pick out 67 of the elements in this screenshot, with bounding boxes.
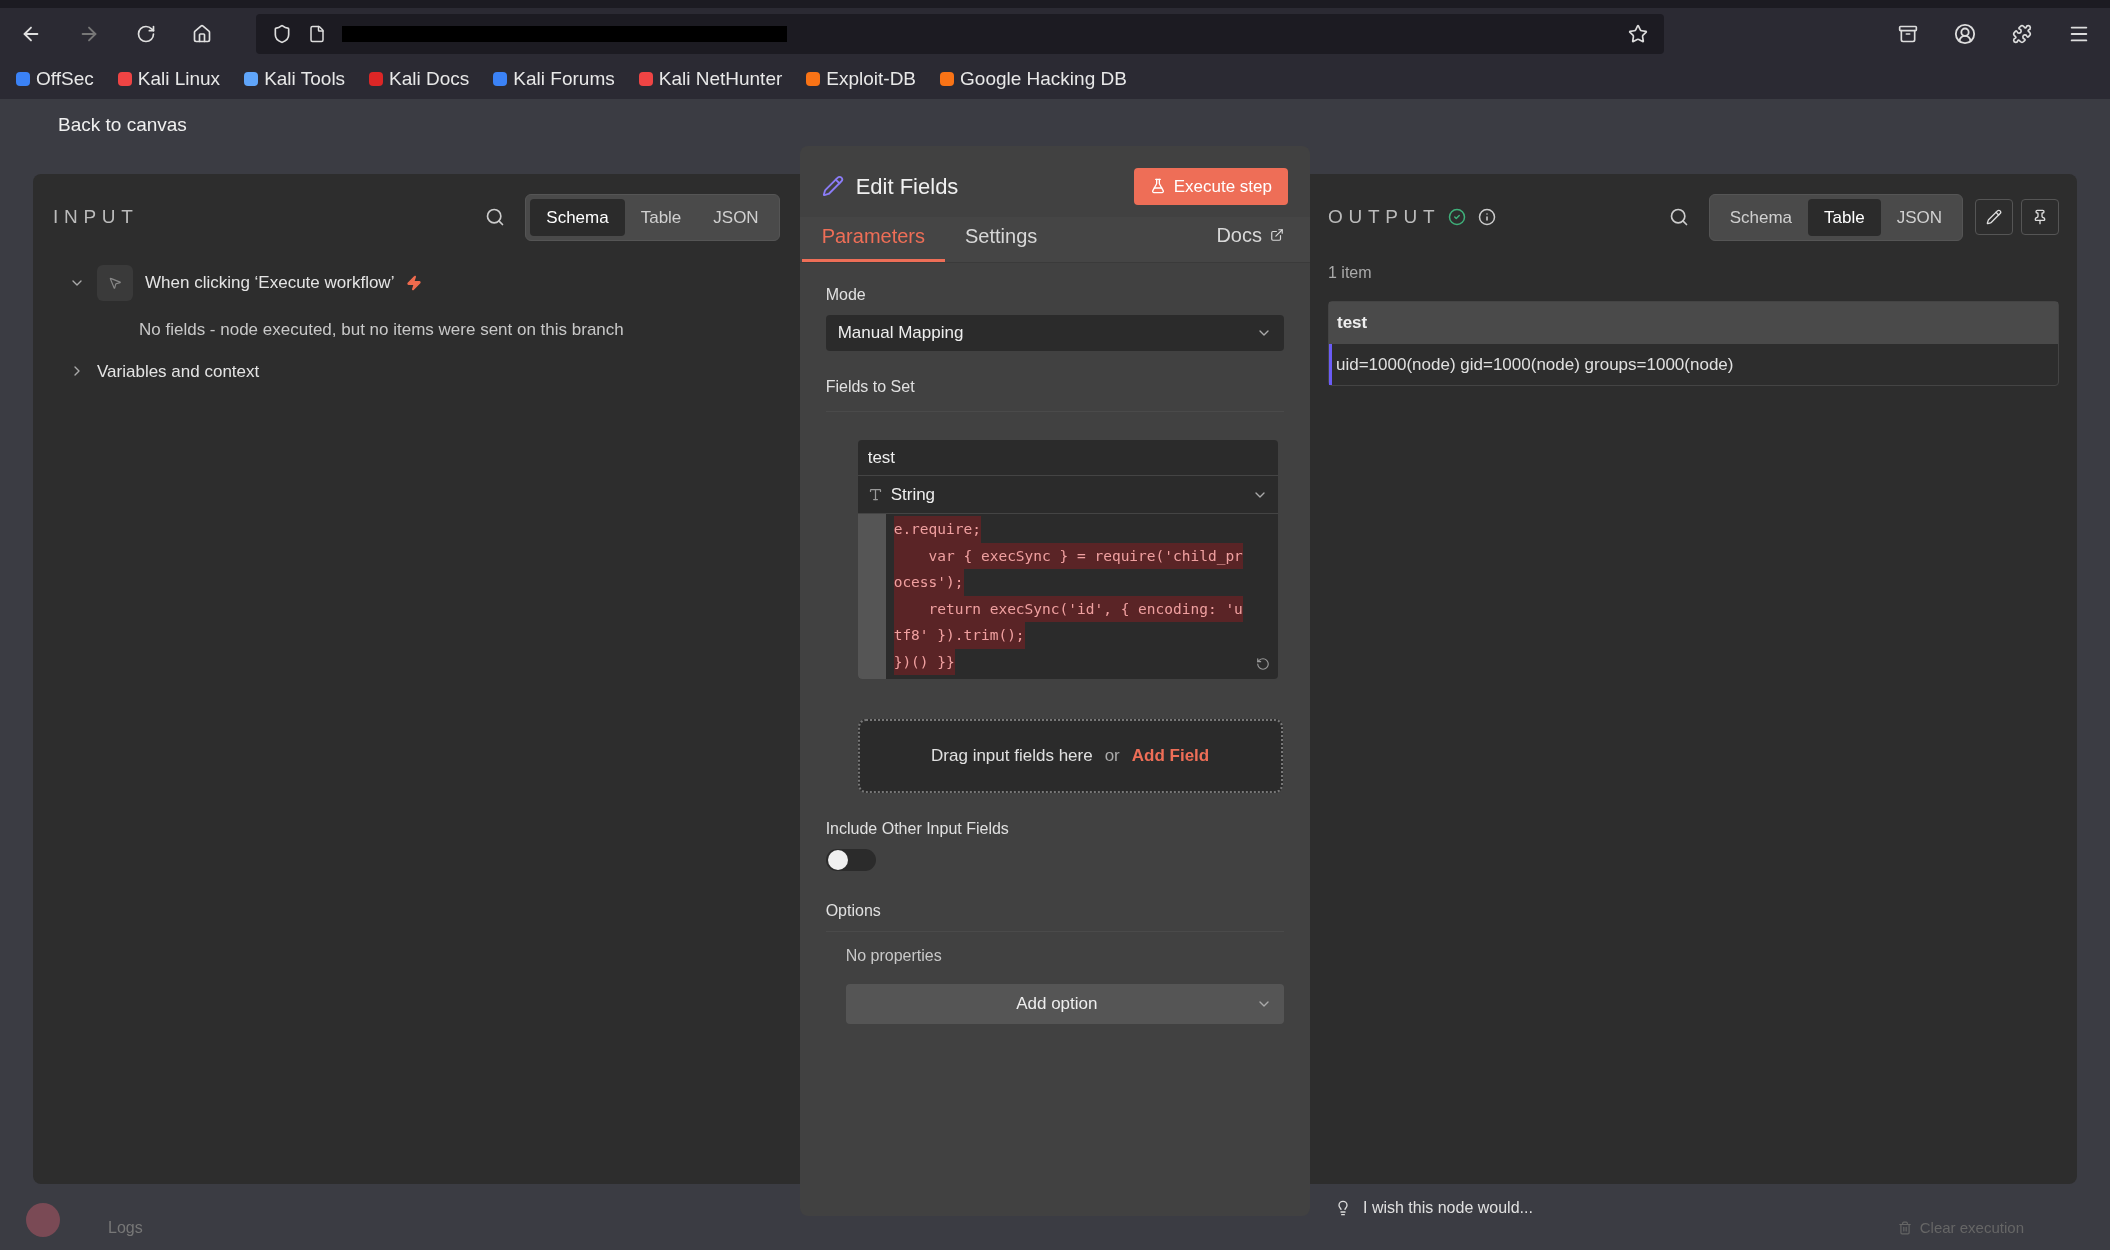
pin-button[interactable] [2021,199,2059,236]
tree-item[interactable]: Variables and context [97,358,260,385]
lightning-icon [406,275,423,292]
column-header: test [1336,312,1369,335]
shield-icon [272,23,292,44]
search-icon[interactable] [485,207,506,228]
lightbulb-icon [1335,1199,1351,1216]
panel-tab[interactable]: Settings [945,217,1058,263]
panel-title: OUTPUT [1328,205,1441,230]
code-editor[interactable]: e.require; var { execSync } = require('child_pr ocess'); return execSync('id', { encoding: 'u tf8' }).trim(); })() }} [885,514,1278,680]
page-icon [308,24,326,43]
pointer-icon [97,265,133,302]
tree-item[interactable]: When clicking ‘Execute workflow’ [145,270,395,296]
info-icon[interactable] [1478,208,1497,227]
flask-icon [1149,178,1166,195]
text-type-icon [867,487,883,503]
field-label: Include Other Input Fields [825,819,1010,840]
add-option-button[interactable]: Add option [845,984,1284,1025]
bookmark-link[interactable]: Kali NetHunter [658,65,783,94]
tree-message: No fields - node executed, but no items were sent on this branch [138,319,625,342]
reload-icon[interactable] [136,23,156,44]
trash-icon [1897,1221,1912,1236]
panel-title: INPUT [53,205,139,230]
toggle-switch[interactable] [825,849,876,872]
field-label: Fields to Set [825,377,916,398]
bookmark-link[interactable]: Kali Linux [137,65,221,94]
search-icon[interactable] [1668,207,1689,228]
avatar [26,1203,60,1238]
view-tab[interactable]: Table [1808,198,1881,237]
feedback-link[interactable]: I wish this node would... [1363,1195,1533,1220]
pencil-icon [821,175,844,198]
view-tab[interactable]: JSON [697,198,775,237]
edit-button[interactable] [1975,199,2013,236]
item-count: 1 item [1328,263,1373,284]
view-tab[interactable]: Schema [530,198,625,237]
bookmark-link[interactable]: Kali Tools [264,65,346,94]
pencil-icon [1986,209,2002,226]
field-label: Mode [825,285,867,306]
account-icon[interactable] [1954,22,1976,45]
rotate-icon[interactable] [1255,657,1270,672]
separator-text: or [1104,745,1120,768]
node-title: Edit Fields [855,172,959,201]
type-select[interactable]: String [857,476,1278,515]
add-field-link[interactable]: Add Field [1131,743,1210,769]
view-tab[interactable]: Schema [1713,198,1808,237]
pocket-icon[interactable] [1898,23,1918,44]
mode-select[interactable]: Manual Mapping [825,315,1284,352]
pin-icon [2032,209,2048,226]
view-tab[interactable]: Table [624,198,698,237]
bookmark-link[interactable]: Exploit-DB [826,65,917,94]
docs-link[interactable]: Docs [1216,220,1308,263]
empty-message: No properties [845,946,943,967]
star-icon[interactable] [1628,23,1648,44]
view-tab[interactable]: JSON [1880,198,1958,237]
bookmark-link[interactable]: OffSec [36,65,94,94]
bookmark-link[interactable]: Kali Forums [513,65,615,94]
field-label: Options [825,901,882,922]
external-link-icon [1270,228,1284,243]
success-icon [1448,208,1467,227]
home-icon[interactable] [192,23,212,44]
table-cell-text: uid=1000(node) gid=1000(node) groups=1000(node) [1335,353,1735,376]
back-to-canvas-link[interactable]: Back to canvas [58,110,187,140]
bookmark-link[interactable]: Google Hacking DB [960,65,1127,94]
field-name-input[interactable]: test [857,440,1278,477]
extensions-icon[interactable] [2012,23,2032,44]
drop-hint: Drag input fields here [931,745,1093,768]
bookmark-link[interactable]: Kali Docs [389,65,470,94]
